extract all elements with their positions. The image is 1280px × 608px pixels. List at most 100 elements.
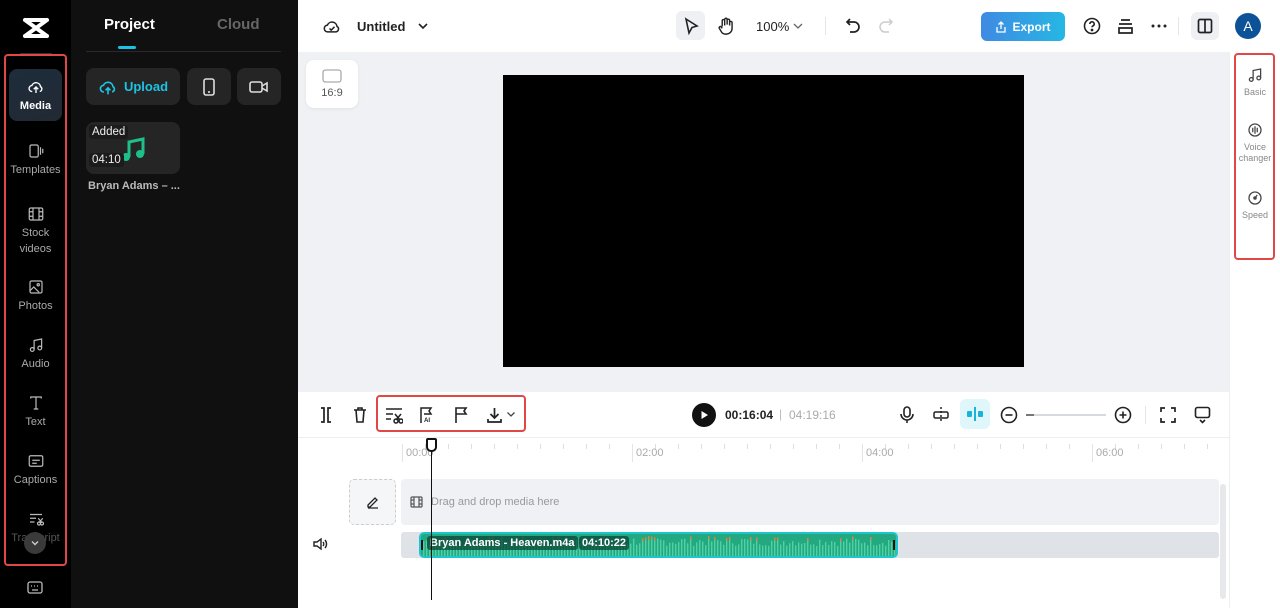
ruler-label: 06:00 [1096, 447, 1124, 459]
export-button[interactable]: Export [981, 12, 1065, 41]
waveform-peak [690, 536, 692, 540]
keyboard-icon[interactable] [27, 581, 43, 595]
phone-upload-button[interactable] [187, 68, 231, 105]
ruler-tick [793, 444, 794, 449]
waveform-bar [693, 545, 695, 556]
ruler-tick [839, 444, 840, 449]
tab-project[interactable]: Project [104, 16, 155, 33]
play-button[interactable] [692, 403, 716, 427]
aspect-ratio-icon [322, 69, 342, 83]
waveform-bar [720, 541, 722, 556]
undo-icon[interactable] [845, 17, 861, 34]
timeline-scrollbar[interactable] [1220, 484, 1226, 599]
playhead-handle[interactable] [426, 438, 437, 452]
record-button[interactable] [237, 68, 281, 105]
chevron-down-icon[interactable] [417, 21, 429, 31]
chevron-down-icon[interactable] [792, 22, 804, 30]
zoom-level[interactable]: 100% [756, 19, 789, 34]
ruler-tick [977, 444, 978, 449]
waveform-bar [639, 543, 641, 556]
waveform-bar [825, 541, 827, 556]
tab-cloud[interactable]: Cloud [217, 16, 260, 33]
waveform-peak [840, 538, 842, 542]
waveform-bar [792, 541, 794, 556]
waveform-peak [714, 537, 716, 541]
waveform-bar [711, 541, 713, 556]
waveform-bar [822, 545, 824, 556]
waveform-bar [855, 538, 857, 556]
magnet-snap-button[interactable] [960, 399, 990, 429]
delete-icon[interactable] [352, 406, 368, 424]
waveform-bar [849, 542, 851, 556]
upload-label: Upload [123, 79, 169, 94]
time-separator: | [779, 407, 783, 421]
upload-button[interactable]: Upload [86, 68, 180, 105]
playhead[interactable] [431, 445, 432, 600]
user-avatar[interactable]: A [1235, 13, 1261, 39]
waveform-peak [729, 537, 731, 541]
zoom-in-icon[interactable] [1114, 406, 1132, 424]
capcut-logo-icon[interactable] [20, 14, 52, 42]
play-icon [701, 411, 708, 419]
clip-trim-handle-right[interactable] [893, 540, 895, 550]
waveform-bar [864, 542, 866, 556]
ruler-tick [1069, 444, 1070, 449]
film-icon [410, 496, 423, 508]
preview-monitor-icon[interactable] [1194, 406, 1211, 424]
fullscreen-icon[interactable] [1160, 407, 1176, 423]
microphone-icon[interactable] [900, 406, 914, 424]
clip-trim-handle-left[interactable] [421, 540, 423, 550]
aspect-ratio-button[interactable]: 16:9 [306, 60, 358, 108]
layers-icon[interactable] [1117, 18, 1134, 35]
ruler-tick [402, 444, 403, 462]
help-icon[interactable] [1083, 17, 1101, 35]
waveform-bar [888, 539, 890, 556]
waveform-peak [651, 536, 653, 540]
waveform-peak [645, 537, 647, 541]
more-icon[interactable] [1151, 24, 1167, 28]
top-bar: Untitled 100% Export A [298, 0, 1280, 52]
linkage-icon [967, 407, 983, 421]
total-time: 04:19:16 [789, 408, 836, 422]
select-tool-button[interactable] [676, 11, 705, 40]
toolbar-divider [1178, 17, 1179, 35]
hand-tool-icon[interactable] [717, 17, 735, 36]
waveform-bar [765, 545, 767, 556]
waveform-bar [738, 544, 740, 556]
zoom-out-icon[interactable] [1000, 406, 1018, 424]
toolbar-divider [825, 17, 826, 35]
ruler-tick [1046, 444, 1047, 449]
ruler-tick [1207, 444, 1208, 449]
waveform-bar [876, 545, 878, 556]
video-preview[interactable] [503, 75, 1024, 367]
waveform-bar [687, 543, 689, 556]
media-panel: Project Cloud Upload Added 04:10 Bryan A… [71, 0, 298, 608]
waveform-bar [696, 542, 698, 556]
track-volume-icon[interactable] [312, 537, 328, 551]
layout-toggle-button[interactable] [1191, 12, 1219, 40]
waveform-bar [885, 545, 887, 556]
split-panel-icon [1197, 18, 1213, 34]
waveform-bar [762, 545, 764, 556]
auto-snap-icon[interactable] [932, 406, 950, 424]
waveform-bar [423, 541, 425, 556]
project-name[interactable]: Untitled [357, 19, 405, 34]
waveform-peak [654, 537, 656, 541]
waveform-bar [672, 542, 674, 556]
waveform-bar [717, 540, 719, 556]
ruler-tick [931, 444, 932, 449]
waveform-bar [861, 543, 863, 556]
zoom-slider-fill [1026, 414, 1034, 416]
cover-edit-button[interactable] [349, 479, 396, 525]
waveform-bar [705, 545, 707, 556]
waveform-bar [669, 542, 671, 556]
redo-icon[interactable] [878, 17, 894, 34]
highlight-box-tools [376, 395, 526, 432]
zoom-slider[interactable] [1026, 414, 1106, 416]
split-icon[interactable] [318, 406, 334, 424]
video-camera-icon [249, 80, 268, 93]
media-item[interactable]: Added 04:10 [86, 122, 180, 174]
waveform-bar [789, 543, 791, 556]
video-drop-track[interactable]: Drag and drop media here [401, 479, 1219, 525]
ruler-tick [954, 444, 955, 449]
